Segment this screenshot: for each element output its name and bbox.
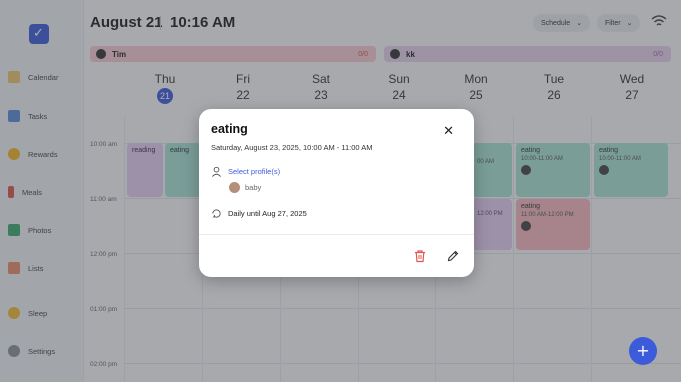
close-icon[interactable]: ✕: [443, 125, 454, 138]
divider: [199, 234, 474, 235]
event-title: eating: [211, 122, 248, 136]
trash-icon[interactable]: [413, 249, 427, 263]
repeat-text: Daily until Aug 27, 2025: [228, 209, 307, 218]
person-icon: [212, 166, 221, 177]
avatar: [229, 182, 240, 193]
select-profiles-row[interactable]: Select profile(s): [211, 166, 280, 177]
event-detail-modal: eating ✕ Saturday, August 23, 2025, 10:0…: [199, 109, 474, 277]
repeat-icon: [212, 209, 221, 218]
repeat-row: Daily until Aug 27, 2025: [211, 208, 307, 219]
pencil-icon[interactable]: [446, 249, 460, 263]
add-event-button[interactable]: +: [629, 337, 657, 365]
event-datetime: Saturday, August 23, 2025, 10:00 AM - 11…: [211, 143, 373, 152]
select-profiles-link[interactable]: Select profile(s): [228, 167, 280, 176]
profile-name: baby: [245, 183, 262, 192]
assigned-profile: baby: [229, 182, 261, 193]
